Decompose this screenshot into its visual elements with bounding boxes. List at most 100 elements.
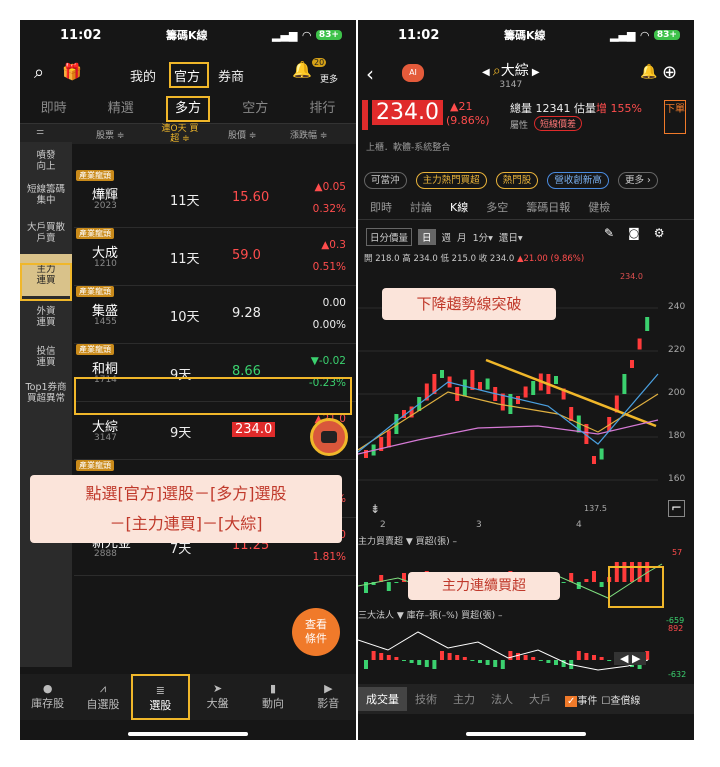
scroll-arrows[interactable]: ◀ ▶ [614,652,647,665]
nav-market[interactable]: ➤ 大盤 [190,674,245,720]
robot-assistant-icon[interactable] [310,418,348,456]
candle [592,456,596,464]
chip-hot[interactable]: 熱門股 [495,172,539,189]
tb-day[interactable]: 日 [418,229,436,245]
event-toggle[interactable]: ✓ 事件 [565,692,597,707]
industry-leader-tag: 產業龍頭 [76,228,114,239]
search-icon[interactable]: ⌕ [34,62,44,83]
ind1-top: 57 [672,548,683,557]
col-days[interactable]: 連O天 買超 ≑ [160,124,200,144]
nav-portfolio[interactable]: ● 庫存股 [20,674,75,720]
view-conditions-button[interactable]: 查看 條件 [292,608,340,656]
status-app: 籌碼K線 [165,29,208,42]
back-icon[interactable]: ‹ [366,62,374,86]
nav-video[interactable]: ▶ 影音 [301,674,356,720]
search-icon: ⌕ [492,63,501,79]
col-change[interactable]: 漲跌幅 ≑ [290,128,327,141]
list-item[interactable]: 產業龍頭 集盛 1455 10天 9.28 0.00 0.00% [74,286,356,344]
stock-code: 3147 [499,80,523,90]
tb-restore[interactable]: 還日▾ [499,230,523,244]
tab-selected[interactable]: 精選 [87,94,154,123]
candle [622,374,627,394]
strategy-sidebar: 噴發 向上 短線籌碼 集中 大戶買散 戶賣 主力 連買 外資 連買 投信 連買 … [20,142,72,667]
next-icon[interactable]: ▶ [529,67,540,78]
tab-broker[interactable]: 券商 [218,66,244,85]
nav-trend[interactable]: ▮ 動向 [245,674,300,720]
stock-title[interactable]: ◀ ⌕大綜 ▶ 3147 [482,60,540,90]
candle [485,378,490,390]
expand-icon[interactable]: ⌐ [668,500,685,517]
tb-week[interactable]: 週 [442,230,452,244]
sidebar-item-trust[interactable]: 投信 連買 [20,334,72,374]
list-item[interactable]: 產業龍頭 大成 1210 11天 59.0 ▲0.3 0.51% [74,228,356,286]
candle [523,386,528,398]
nav-screener[interactable]: ≣ 選股 [130,674,190,720]
tab-longshort[interactable]: 多空 [486,196,508,219]
filter-icon[interactable]: ⚌ [36,127,44,137]
sidebar-item-burst[interactable]: 噴發 向上 [20,142,72,178]
col-stock[interactable]: 股票 ≑ [96,128,124,141]
list-item[interactable]: 產業龍頭 燁輝 2023 11天 15.60 ▲0.05 0.32% [74,170,356,228]
tab-ranking[interactable]: 排行 [289,94,356,123]
consecutive-days: 11天 [170,194,200,209]
tab-kline[interactable]: K線 [450,196,468,219]
chip-daytrade[interactable]: 可當沖 [364,172,407,189]
btab-big[interactable]: 大戶 [521,691,559,707]
btab-tech[interactable]: 技術 [407,691,445,707]
sidebar-item-big-buy[interactable]: 大戶買散 戶賣 [20,212,72,250]
x-tick: 3 [476,520,482,530]
tab-discussion[interactable]: 討論 [410,196,432,219]
tab-realtime[interactable]: 即時 [370,196,392,219]
tab-chips-daily[interactable]: 籌碼日報 [526,196,570,219]
stock-screener-screen: 11:02 籌碼K線 ▂▄▆ ◠ 83+ ⌕ 🎁 我的 官方 券商 🔔 20 更多 … [20,20,356,740]
tb-minute[interactable]: 1分▾ [473,230,493,244]
chip-revenue[interactable]: 營收創新高 [547,172,609,189]
institutions-chart[interactable] [358,620,694,680]
ai-icon[interactable]: AI [402,64,424,82]
institution-bar [432,660,437,669]
sidebar-item-top1[interactable]: Top1券商 買超異常 [20,374,72,410]
stack-icon: ≣ [155,684,165,697]
bars-icon: ▮ [269,682,276,695]
callout-line-2: －[主力連買]－[大綜] [109,514,263,533]
chip-more[interactable]: 更多 › [617,172,658,189]
gift-icon[interactable]: 🎁 [62,62,82,81]
institution-bar [508,651,513,660]
prev-icon[interactable]: ◀ [482,67,493,78]
resize-icon[interactable]: ⇟ [370,502,380,516]
institution-bar [523,655,528,660]
institution-bar [470,660,475,661]
battery-icon: 83+ [653,30,680,40]
more-button[interactable]: 更多 [320,72,338,85]
draw-icon[interactable]: ✎ [604,226,614,240]
chip-mainforce[interactable]: 主力熱門買超 [415,172,487,189]
bell-icon[interactable]: 🔔 [640,64,657,80]
institution-bar [584,653,589,660]
tab-short[interactable]: 空方 [222,94,289,123]
btab-mainforce[interactable]: 主力 [445,691,483,707]
status-app: 籌碼K線 [503,29,546,42]
tb-pricevol[interactable]: 日分價量 [366,228,413,246]
tb-month[interactable]: 月 [457,230,467,244]
institution-bar [599,657,604,660]
bell-icon[interactable]: 🔔 [292,60,312,79]
chart-toolbar: 日分價量 日 週 月 1分▾ 還日▾ [366,228,523,246]
debt-toggle[interactable]: ☐查償線 [601,692,640,707]
order-button[interactable]: 下單 [664,100,686,134]
nav-watchlist[interactable]: ⩘ 自選股 [75,674,130,720]
camera-icon[interactable]: ◙ [628,226,640,240]
col-price[interactable]: 股價 ≑ [228,128,256,141]
sidebar-item-foreign[interactable]: 外資 連買 [20,296,72,334]
highlight-row [74,377,352,415]
add-icon[interactable]: ⊕ [662,62,677,83]
settings-icon[interactable]: ⚙ [654,226,665,240]
consecutive-days: 9天 [170,426,192,441]
sidebar-item-concentration[interactable]: 短線籌碼 集中 [20,178,72,212]
status-bar: 11:02 籌碼K線 ▂▄▆ ◠ 83+ [358,20,694,50]
tab-my[interactable]: 我的 [130,66,156,85]
btab-institution[interactable]: 法人 [483,691,521,707]
bell-badge: 20 [312,58,327,67]
tab-realtime[interactable]: 即時 [20,94,87,123]
tab-health[interactable]: 健檢 [588,196,610,219]
btab-volume[interactable]: 成交量 [358,687,407,711]
